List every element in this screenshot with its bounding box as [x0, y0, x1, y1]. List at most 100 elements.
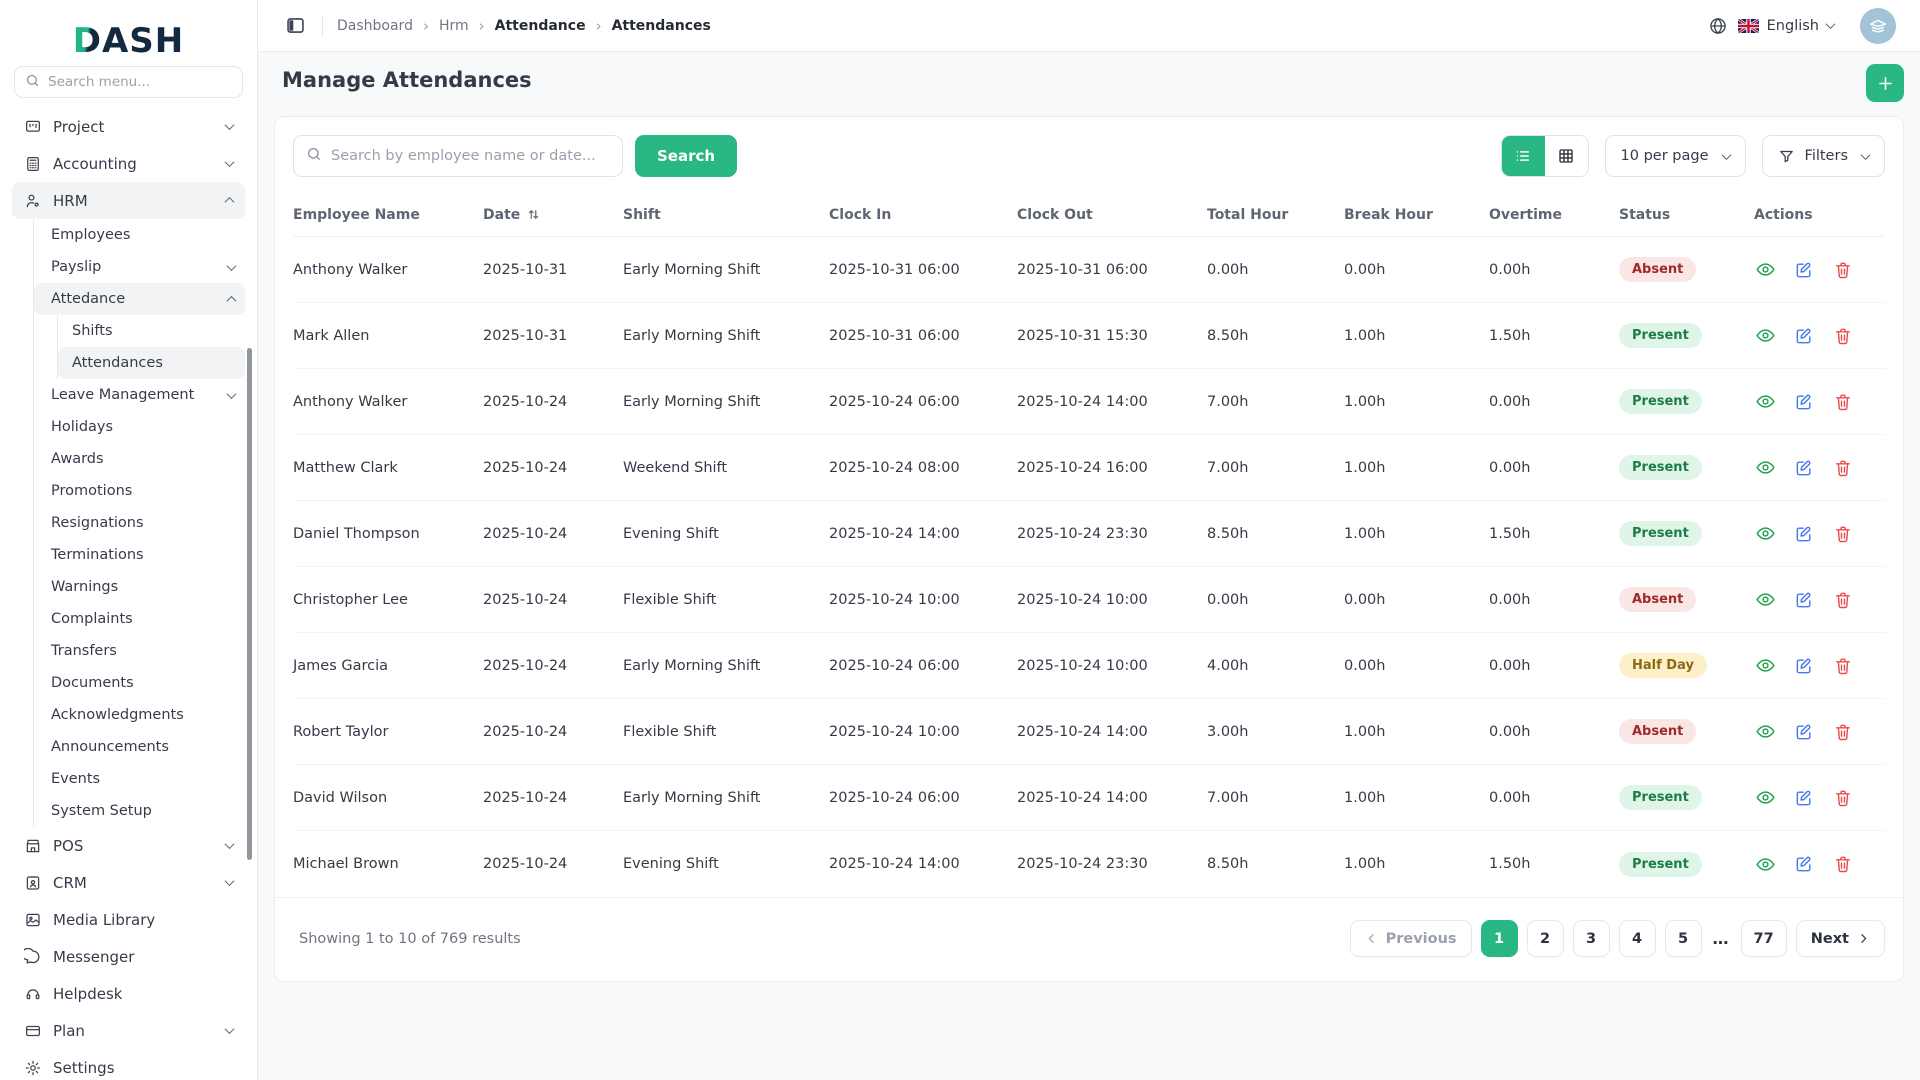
edit-button[interactable]	[1793, 589, 1815, 611]
view-button[interactable]	[1754, 523, 1776, 545]
sidebar-item-pos[interactable]: POS	[12, 827, 245, 864]
sidebar-item-attendances[interactable]: Attendances	[58, 347, 245, 379]
delete-button[interactable]	[1832, 853, 1854, 875]
cell-total-hour: 8.50h	[1207, 856, 1249, 872]
sidebar-item-leave-management[interactable]: Leave Management	[34, 379, 245, 411]
sidebar-item-awards[interactable]: Awards	[34, 443, 245, 475]
sidebar-item-warnings[interactable]: Warnings	[34, 571, 245, 603]
sidebar-item-crm[interactable]: CRM	[12, 864, 245, 901]
delete-button[interactable]	[1832, 589, 1854, 611]
cell-actions	[1754, 787, 1885, 809]
delete-button[interactable]	[1832, 457, 1854, 479]
edit-button[interactable]	[1793, 655, 1815, 677]
avatar[interactable]	[1860, 7, 1896, 44]
sidebar-item-media-library[interactable]: Media Library	[12, 901, 245, 938]
sidebar-item-shifts[interactable]: Shifts	[58, 315, 245, 347]
view-button[interactable]	[1754, 391, 1776, 413]
building-logo-icon	[1869, 19, 1887, 33]
breadcrumb-hrm[interactable]: Hrm	[439, 18, 469, 34]
cell-overtime: 0.00h	[1489, 723, 1531, 740]
delete-button[interactable]	[1832, 325, 1854, 347]
page-button-3[interactable]: 3	[1572, 920, 1610, 957]
list-view-button[interactable]	[1501, 136, 1545, 176]
filters-button[interactable]: Filters	[1761, 135, 1885, 177]
breadcrumb-dashboard[interactable]: Dashboard	[337, 18, 413, 34]
edit-button[interactable]	[1793, 259, 1815, 281]
delete-button[interactable]	[1832, 721, 1854, 743]
sidebar-item-acknowledgments[interactable]: Acknowledgments	[34, 699, 245, 731]
edit-button[interactable]	[1793, 325, 1815, 347]
view-button[interactable]	[1754, 721, 1776, 743]
edit-button[interactable]	[1793, 391, 1815, 413]
app-logo: D ASH	[12, 18, 245, 64]
sidebar-item-label: Acknowledgments	[51, 707, 184, 723]
sidebar-item-transfers[interactable]: Transfers	[34, 635, 245, 667]
page-button-4[interactable]: 4	[1618, 920, 1656, 957]
delete-button[interactable]	[1832, 523, 1854, 545]
status-badge: Absent	[1619, 587, 1697, 612]
sidebar-search[interactable]	[14, 66, 243, 98]
sidebar-item-complaints[interactable]: Complaints	[34, 603, 245, 635]
sidebar-item-events[interactable]: Events	[34, 763, 245, 795]
sidebar-search-input[interactable]	[48, 74, 232, 90]
breadcrumb-separator: ›	[422, 16, 429, 35]
page-button-2[interactable]: 2	[1526, 920, 1564, 957]
grid-view-button[interactable]	[1544, 136, 1588, 176]
sidebar-item-label: Resignations	[51, 515, 144, 531]
sidebar-item-announcements[interactable]: Announcements	[34, 731, 245, 763]
cell-employee: Christopher Lee	[293, 591, 408, 608]
page-button-1[interactable]: 1	[1480, 920, 1518, 957]
view-button[interactable]	[1754, 325, 1776, 347]
table-search[interactable]	[293, 135, 623, 177]
globe-icon[interactable]	[1708, 16, 1728, 36]
view-button[interactable]	[1754, 655, 1776, 677]
delete-button[interactable]	[1832, 787, 1854, 809]
view-button[interactable]	[1754, 259, 1776, 281]
sidebar-item-settings[interactable]: Settings	[12, 1049, 245, 1080]
language-selector[interactable]: English	[1737, 18, 1836, 34]
sidebar-item-attedance[interactable]: Attedance	[34, 283, 245, 315]
page-button-5[interactable]: 5	[1664, 920, 1702, 957]
sidebar-item-project[interactable]: Project	[12, 108, 245, 145]
sidebar-item-plan[interactable]: Plan	[12, 1012, 245, 1049]
sidebar-item-terminations[interactable]: Terminations	[34, 539, 245, 571]
sidebar-item-accounting[interactable]: Accounting	[12, 145, 245, 182]
delete-button[interactable]	[1832, 391, 1854, 413]
sidebar-item-documents[interactable]: Documents	[34, 667, 245, 699]
sidebar-scrollbar[interactable]	[247, 348, 252, 860]
view-button[interactable]	[1754, 457, 1776, 479]
sidebar-item-hrm[interactable]: HRM	[12, 182, 245, 219]
page-button-77[interactable]: 77	[1740, 920, 1787, 957]
panel-toggle-icon[interactable]	[282, 13, 308, 39]
view-button[interactable]	[1754, 853, 1776, 875]
edit-button[interactable]	[1793, 787, 1815, 809]
search-button[interactable]: Search	[635, 135, 738, 177]
sidebar-item-promotions[interactable]: Promotions	[34, 475, 245, 507]
column-header-date[interactable]: Date	[483, 207, 623, 223]
delete-button[interactable]	[1832, 655, 1854, 677]
sidebar-item-holidays[interactable]: Holidays	[34, 411, 245, 443]
table-search-input[interactable]	[331, 148, 610, 164]
cell-clock-out: 2025-10-24 23:30	[1017, 525, 1148, 542]
breadcrumb-attendance[interactable]: Attendance	[495, 18, 586, 34]
sidebar-item-employees[interactable]: Employees	[34, 219, 245, 251]
sidebar-item-helpdesk[interactable]: Helpdesk	[12, 975, 245, 1012]
previous-page-button[interactable]: Previous	[1349, 920, 1472, 957]
edit-button[interactable]	[1793, 523, 1815, 545]
edit-button[interactable]	[1793, 853, 1815, 875]
sidebar-item-system-setup[interactable]: System Setup	[34, 795, 245, 827]
app: DASH Project Accounting HRM Employees Pa…	[0, 0, 1920, 1080]
edit-button[interactable]	[1793, 457, 1815, 479]
view-button[interactable]	[1754, 787, 1776, 809]
edit-button[interactable]	[1793, 721, 1815, 743]
sidebar-item-messenger[interactable]: Messenger	[12, 938, 245, 975]
view-button[interactable]	[1754, 589, 1776, 611]
delete-button[interactable]	[1832, 259, 1854, 281]
cell-clock-out: 2025-10-24 10:00	[1017, 591, 1148, 608]
next-page-button[interactable]: Next	[1795, 920, 1885, 957]
table-toolbar: Search 10 per page	[275, 117, 1903, 193]
sidebar-item-resignations[interactable]: Resignations	[34, 507, 245, 539]
per-page-select[interactable]: 10 per page	[1604, 135, 1746, 177]
sidebar-item-payslip[interactable]: Payslip	[34, 251, 245, 283]
add-attendance-button[interactable]	[1866, 64, 1904, 102]
